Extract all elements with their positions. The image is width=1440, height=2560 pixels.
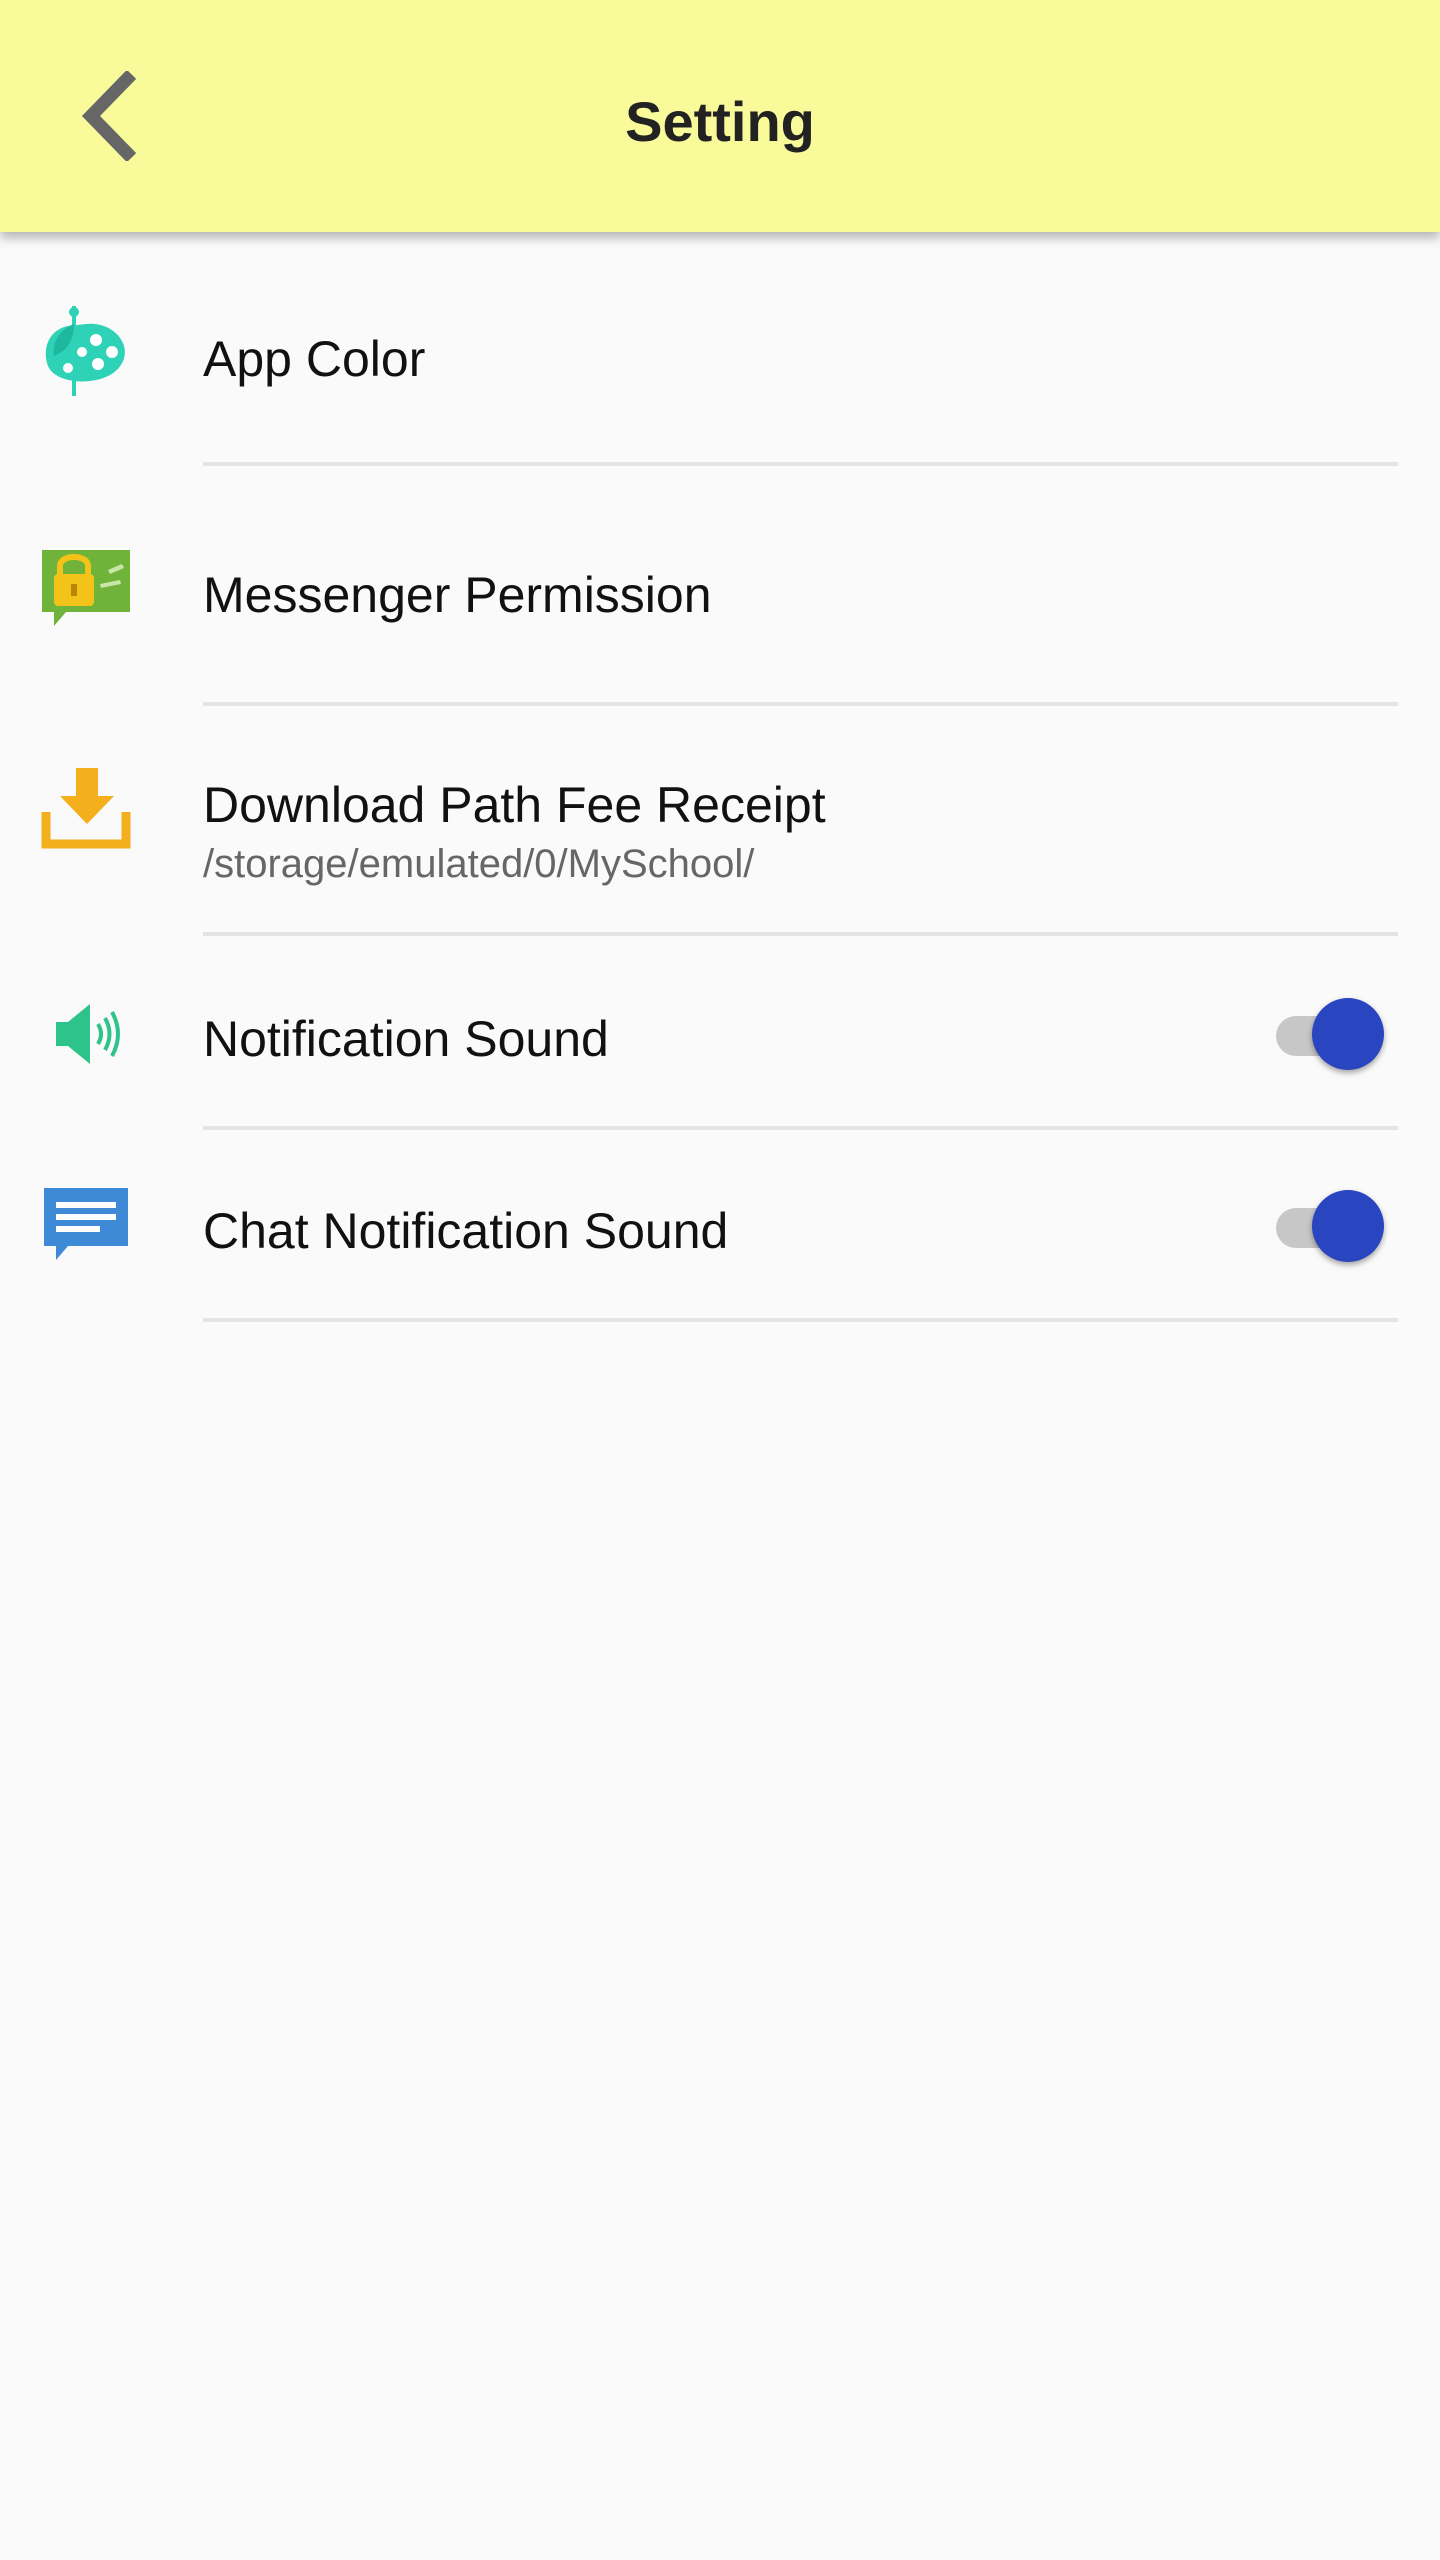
setting-sublabel: /storage/emulated/0/MySchool/ <box>203 842 755 886</box>
notification-sound-toggle[interactable] <box>1272 994 1386 1070</box>
speaker-icon <box>38 986 134 1082</box>
toggle-thumb <box>1312 998 1384 1070</box>
setting-item-notification-sound[interactable]: Notification Sound <box>0 936 1440 1130</box>
setting-item-download-path[interactable]: Download Path Fee Receipt /storage/emula… <box>0 706 1440 936</box>
setting-label: Messenger Permission <box>203 567 712 623</box>
setting-item-chat-notification-sound[interactable]: Chat Notification Sound <box>0 1130 1440 1322</box>
toggle-thumb <box>1312 1190 1384 1262</box>
lock-message-icon <box>38 540 134 636</box>
setting-item-app-color[interactable]: App Color <box>0 232 1440 466</box>
chat-icon <box>38 1178 134 1274</box>
settings-list: App Color Messenger Permission Download … <box>0 232 1440 1322</box>
setting-label: Notification Sound <box>203 1011 609 1067</box>
chat-notification-sound-toggle[interactable] <box>1272 1186 1386 1262</box>
setting-label: App Color <box>203 331 426 387</box>
setting-item-messenger-permission[interactable]: Messenger Permission <box>0 466 1440 706</box>
setting-label: Download Path Fee Receipt <box>203 777 826 833</box>
app-bar: Setting <box>0 0 1440 232</box>
divider <box>203 1318 1398 1322</box>
page-title: Setting <box>625 90 815 153</box>
download-icon <box>38 760 134 856</box>
setting-label: Chat Notification Sound <box>203 1203 729 1259</box>
palette-icon <box>38 304 134 400</box>
